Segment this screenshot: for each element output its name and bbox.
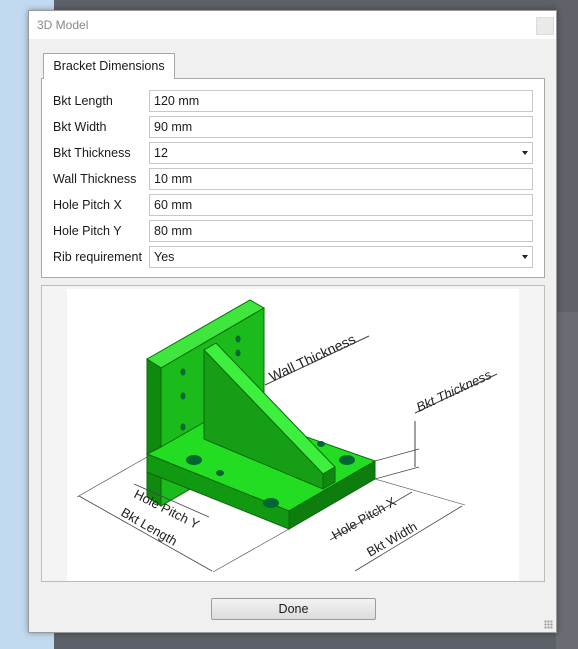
row-hole-pitch-x: Hole Pitch X 60 mm bbox=[42, 194, 544, 216]
bkt-thickness-select[interactable]: 12 bbox=[149, 142, 533, 164]
model-image-frame: Wall Thickness Bkt Thickness Hole Pitch … bbox=[41, 285, 545, 582]
rib-requirement-value: Yes bbox=[154, 250, 175, 264]
tab-bracket-dimensions[interactable]: Bracket Dimensions bbox=[43, 53, 175, 79]
rib-requirement-label: Rib requirement bbox=[53, 250, 142, 264]
bkt-length-input[interactable]: 120 mm bbox=[149, 90, 533, 112]
rib-requirement-select[interactable]: Yes bbox=[149, 246, 533, 268]
desktop-background-right bbox=[556, 0, 578, 649]
chevron-down-icon bbox=[522, 151, 528, 155]
hole-pitch-x-value: 60 mm bbox=[154, 198, 193, 212]
bkt-thickness-ext bbox=[374, 448, 420, 462]
base-hole bbox=[339, 455, 355, 465]
close-button[interactable] bbox=[536, 17, 554, 35]
bkt-length-value: 120 mm bbox=[154, 94, 200, 108]
hole-pitch-x-label: Hole Pitch X bbox=[53, 198, 122, 212]
bkt-length-label: Bkt Length bbox=[53, 94, 113, 108]
hole-pitch-y-value: 80 mm bbox=[154, 224, 193, 238]
window-title: 3D Model bbox=[37, 18, 89, 32]
title-bar[interactable]: 3D Model bbox=[29, 11, 556, 39]
bkt-width-input[interactable]: 90 mm bbox=[149, 116, 533, 138]
model-dialog: 3D Model Bracket Dimensions Bkt Length 1… bbox=[28, 10, 557, 633]
bkt-thickness-callout: Bkt Thickness bbox=[414, 367, 494, 415]
hole-pitch-y-label: Hole Pitch Y bbox=[53, 224, 122, 238]
row-hole-pitch-y: Hole Pitch Y 80 mm bbox=[42, 220, 544, 242]
wall-thickness-input[interactable]: 10 mm bbox=[149, 168, 533, 190]
hole-pitch-y-input[interactable]: 80 mm bbox=[149, 220, 533, 242]
row-wall-thickness: Wall Thickness 10 mm bbox=[42, 168, 544, 190]
bkt-width-label: Bkt Width bbox=[53, 120, 107, 134]
bkt-thickness-value: 12 bbox=[154, 146, 168, 160]
base-hole bbox=[186, 455, 202, 465]
wall-hole bbox=[235, 349, 241, 357]
bkt-thickness-ext bbox=[374, 466, 420, 480]
base-hole bbox=[317, 441, 325, 447]
wall-side-face bbox=[146, 358, 162, 507]
wall-hole bbox=[180, 423, 186, 431]
wall-thickness-value: 10 mm bbox=[154, 172, 193, 186]
row-bkt-width: Bkt Width 90 mm bbox=[42, 116, 544, 138]
row-rib-requirement: Rib requirement Yes bbox=[42, 246, 544, 268]
done-button[interactable]: Done bbox=[211, 598, 376, 620]
row-bkt-thickness: Bkt Thickness 12 bbox=[42, 142, 544, 164]
hole-pitch-x-input[interactable]: 60 mm bbox=[149, 194, 533, 216]
bkt-width-callout: Bkt Width bbox=[364, 519, 420, 560]
bkt-length-ext bbox=[212, 528, 290, 573]
bkt-length-dim bbox=[78, 495, 213, 572]
background-window-edge bbox=[556, 312, 578, 649]
wall-thickness-label: Wall Thickness bbox=[53, 172, 137, 186]
base-hole bbox=[263, 498, 279, 508]
wall-hole bbox=[180, 392, 186, 400]
base-hole bbox=[216, 470, 224, 476]
bkt-width-value: 90 mm bbox=[154, 120, 193, 134]
wall-hole bbox=[235, 335, 241, 343]
bracket-diagram: Wall Thickness Bkt Thickness Hole Pitch … bbox=[67, 289, 519, 581]
row-bkt-length: Bkt Length 120 mm bbox=[42, 90, 544, 112]
resize-grip-icon[interactable] bbox=[544, 620, 553, 629]
wall-thickness-callout: Wall Thickness bbox=[267, 331, 358, 385]
chevron-down-icon bbox=[522, 255, 528, 259]
dimensions-panel: Bkt Length 120 mm Bkt Width 90 mm Bkt Th… bbox=[41, 78, 545, 278]
bkt-thickness-label: Bkt Thickness bbox=[53, 146, 131, 160]
bracket-drawing: Wall Thickness Bkt Thickness Hole Pitch … bbox=[76, 299, 498, 573]
wall-hole bbox=[180, 368, 186, 376]
